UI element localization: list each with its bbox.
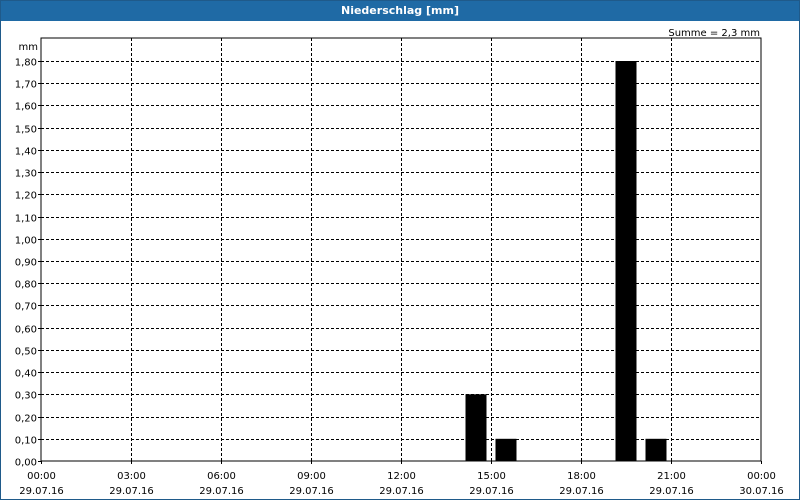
x-tick-time-label: 12:00 [387,471,416,482]
y-tick-label: 1,70 [15,80,37,91]
x-tick-date-label: 30.07.16 [739,486,784,497]
y-tick-label: 0,90 [15,258,37,269]
y-axis-unit-label: mm [19,42,38,53]
y-tick-label: 0,80 [15,280,37,291]
y-tick-label: 0,30 [15,391,37,402]
x-tick-date-label: 29.07.16 [469,486,514,497]
sum-annotation: Summe = 2,3 mm [668,28,760,39]
x-tick-time-label: 03:00 [117,471,146,482]
precipitation-bar [495,438,517,461]
x-tick-time-label: 18:00 [567,471,596,482]
grid-lines [41,38,761,461]
y-tick-label: 1,60 [15,102,37,113]
x-tick-time-label: 00:00 [27,471,56,482]
x-tick-time-label: 06:00 [207,471,236,482]
y-tick-label: 0,50 [15,347,37,358]
y-tick-label: 0,60 [15,325,37,336]
y-tick-label: 0,10 [15,436,37,447]
x-tick-time-label: 00:00 [747,471,776,482]
y-tick-label: 1,20 [15,191,37,202]
x-tick-date-label: 29.07.16 [109,486,154,497]
precipitation-bar [465,394,487,461]
y-tick-label: 1,00 [15,236,37,247]
x-tick-date-label: 29.07.16 [289,486,334,497]
x-tick-date-label: 29.07.16 [379,486,424,497]
x-tick-date-label: 29.07.16 [649,486,694,497]
x-tick-date-label: 29.07.16 [559,486,604,497]
precipitation-bar [615,61,637,461]
y-tick-label: 0,70 [15,302,37,313]
y-tick-label: 1,50 [15,125,37,136]
x-tick-date-label: 29.07.16 [199,486,244,497]
y-tick-label: 0,40 [15,369,37,380]
y-tick-label: 0,20 [15,414,37,425]
y-tick-label: 1,10 [15,214,37,225]
x-tick-time-label: 15:00 [477,471,506,482]
x-tick-time-label: 21:00 [657,471,686,482]
x-tick-time-label: 09:00 [297,471,326,482]
y-tick-label: 1,80 [15,58,37,69]
precipitation-chart: mm Summe = 2,3 mm 0,000,100,200,300,400,… [15,28,784,497]
y-tick-label: 1,30 [15,169,37,180]
y-tick-label: 0,00 [15,458,37,469]
y-tick-label: 1,40 [15,147,37,158]
y-axis-ticks: 0,00 0,10 0,20 0,30 0,40 0,50 0,60 0,70 0,80 0,90… [15,58,41,469]
x-tick-date-label: 29.07.16 [19,486,64,497]
x-axis-ticks: 00:00 29.07.16 03:00 29.07.16 06:00 29.07.16 0… [19,461,784,497]
precipitation-bar [645,438,667,461]
